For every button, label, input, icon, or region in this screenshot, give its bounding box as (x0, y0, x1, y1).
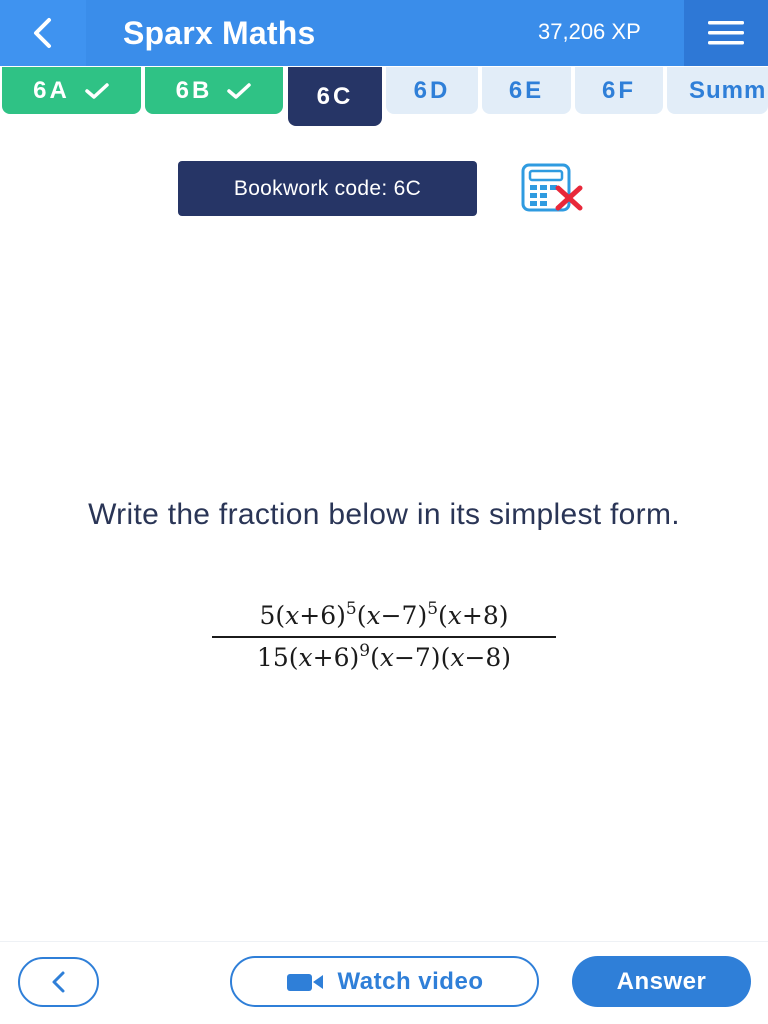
bookwork-code-label: Bookwork code: 6C (233, 176, 422, 200)
tab-label: 6F (601, 76, 636, 104)
denominator-factor: (x−7) (370, 643, 441, 672)
menu-button[interactable] (684, 0, 768, 66)
factor-exponent: 5 (345, 599, 357, 619)
video-camera-icon (286, 971, 326, 993)
numerator-factor: (x+8) (438, 601, 509, 630)
tab-6d[interactable]: 6D (386, 67, 478, 114)
numerator-factor: (x+6)5 (275, 599, 357, 631)
watch-video-label: Watch video (337, 967, 484, 995)
tab-summary[interactable]: Summ (667, 67, 768, 114)
numerator-factor: (x−7)5 (356, 599, 439, 631)
app-title: Sparx Maths (123, 15, 316, 51)
hamburger-menu-icon (708, 21, 744, 45)
tab-label: 6D (413, 76, 451, 104)
checkmark-icon (227, 82, 252, 99)
tab-label: 6E (508, 76, 545, 104)
answer-button[interactable]: Answer (572, 956, 751, 1007)
denominator-factor: (x−8) (441, 643, 512, 672)
algebraic-fraction: 5(x+6)5(x−7)5(x+8) 15(x+6)9(x−7)(x−8) (140, 598, 628, 676)
factor-base: (x+6) (288, 643, 360, 672)
tab-label: 6C (316, 82, 354, 110)
numerator-coefficient: 5 (259, 601, 276, 630)
tab-6e[interactable]: 6E (482, 67, 571, 114)
factor-base: (x−8) (440, 643, 512, 672)
calculator-not-allowed-icon (521, 163, 583, 212)
back-button[interactable] (18, 957, 99, 1007)
header-back-button[interactable] (0, 0, 86, 66)
tab-6b[interactable]: 6B (145, 67, 283, 114)
bookwork-code-badge: Bookwork code: 6C (178, 161, 477, 216)
factor-exponent: 9 (359, 641, 371, 661)
fraction-bar (212, 636, 556, 638)
checkmark-icon (85, 82, 109, 99)
factor-base: (x−7) (370, 643, 441, 672)
chevron-left-icon (34, 18, 51, 48)
question-prompt: Write the fraction below in its simplest… (88, 498, 680, 531)
xp-counter: 37,206 XP (538, 19, 641, 44)
factor-base: (x+8) (438, 601, 509, 630)
app-header: Sparx Maths 37,206 XP (0, 0, 768, 66)
fraction-numerator: 5(x+6)5(x−7)5(x+8) (140, 598, 628, 634)
tab-6c[interactable]: 6C (288, 67, 382, 126)
answer-label: Answer (616, 967, 707, 995)
tab-label: 6B (175, 76, 213, 104)
denominator-coefficient: 15 (256, 643, 289, 672)
tab-6f[interactable]: 6F (575, 67, 663, 114)
factor-exponent: 5 (427, 599, 439, 619)
tab-6a[interactable]: 6A (2, 67, 141, 114)
factor-base: (x−7) (356, 601, 428, 630)
factor-base: (x+6) (275, 601, 346, 630)
denominator-factor: (x+6)9 (288, 641, 371, 673)
chevron-left-icon (52, 971, 64, 993)
tab-label: Summ (689, 76, 767, 104)
tab-label: 6A (33, 76, 70, 104)
fraction-denominator: 15(x+6)9(x−7)(x−8) (140, 640, 628, 676)
watch-video-button[interactable]: Watch video (230, 956, 539, 1007)
footer-divider (0, 941, 768, 942)
